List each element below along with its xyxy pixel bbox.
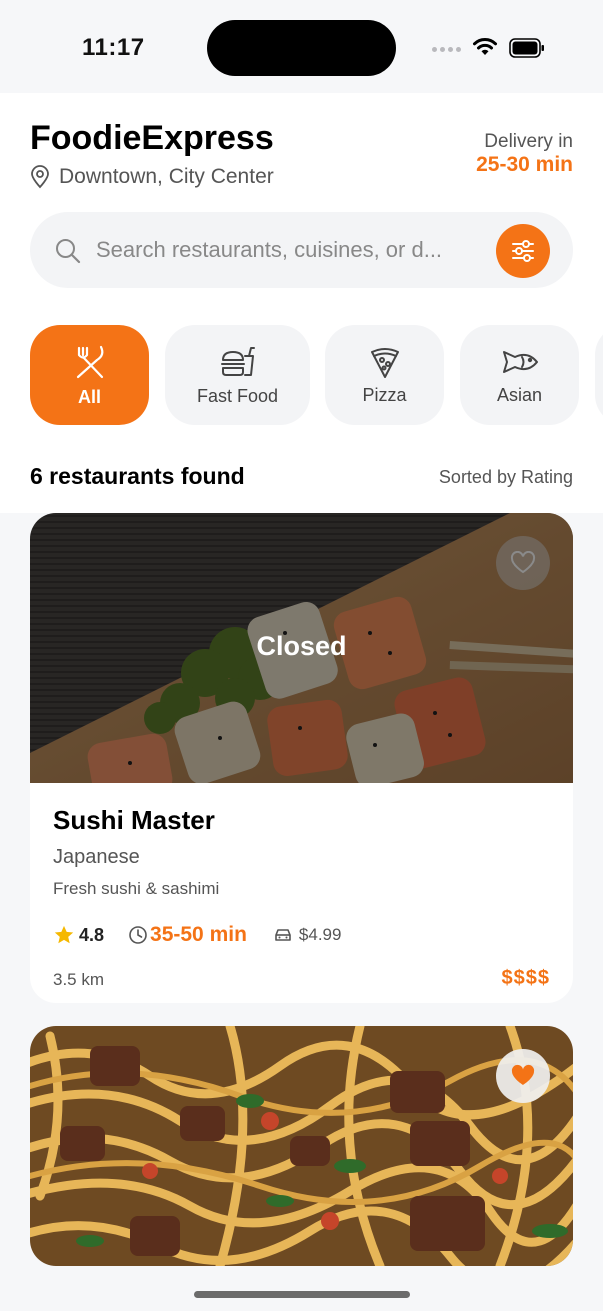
star-icon bbox=[54, 925, 74, 944]
restaurant-card[interactable] bbox=[30, 1026, 573, 1266]
category-more[interactable] bbox=[595, 325, 603, 425]
restaurant-name: Sushi Master bbox=[53, 805, 215, 835]
restaurant-meta: 4.8 35-50 min $4.99 bbox=[53, 923, 550, 947]
price-level: $$$$ bbox=[501, 967, 550, 989]
closed-label: Closed bbox=[256, 631, 347, 661]
fish-icon bbox=[502, 350, 538, 373]
restaurant-info: Sushi Master Japanese Fresh sushi & sash… bbox=[53, 805, 550, 989]
search-icon bbox=[56, 239, 81, 264]
delivery-fee-value: $4.99 bbox=[298, 925, 342, 944]
delivery-duration: 35-50 min bbox=[128, 923, 247, 947]
category-label: Fast Food bbox=[196, 385, 279, 406]
sort-label[interactable]: Sorted by Rating bbox=[439, 467, 573, 488]
results-count: 6 restaurants found bbox=[30, 463, 245, 489]
restaurant-image: Closed bbox=[30, 513, 573, 783]
car-icon bbox=[275, 929, 291, 941]
delivery-fee: $4.99 bbox=[273, 925, 342, 945]
category-pizza[interactable]: Pizza bbox=[325, 325, 444, 425]
category-asian[interactable]: Asian bbox=[460, 325, 579, 425]
app-title: FoodieExpress bbox=[30, 119, 274, 157]
battery-icon bbox=[509, 38, 544, 58]
burger-icon bbox=[220, 346, 255, 376]
category-label: Pizza bbox=[362, 384, 407, 405]
home-indicator[interactable] bbox=[194, 1291, 410, 1298]
delivery-label: Delivery in bbox=[484, 131, 573, 152]
location[interactable]: Downtown, City Center bbox=[30, 165, 274, 189]
delivery-duration-value: 35-50 min bbox=[150, 923, 247, 946]
category-list: All Fast Food Pizza Asian bbox=[30, 325, 603, 425]
wifi-icon bbox=[473, 38, 497, 55]
rating-value: 4.8 bbox=[79, 924, 105, 945]
heart-filled-icon bbox=[511, 1064, 535, 1085]
restaurant-description: Fresh sushi & sashimi bbox=[53, 879, 220, 898]
category-label: Asian bbox=[496, 384, 543, 405]
clock-icon bbox=[129, 926, 147, 944]
cellular-signal-icon bbox=[432, 47, 461, 52]
status-bar: 11:17 bbox=[0, 0, 603, 93]
favorite-button[interactable] bbox=[496, 536, 550, 590]
category-all[interactable]: All bbox=[30, 325, 149, 425]
header: FoodieExpress Downtown, City Center Deli… bbox=[0, 93, 603, 513]
delivery-time: 25-30 min bbox=[476, 153, 573, 176]
search-input[interactable] bbox=[96, 230, 496, 270]
category-label: All bbox=[77, 386, 101, 407]
pizza-icon bbox=[370, 347, 399, 378]
favorite-button[interactable] bbox=[496, 1049, 550, 1103]
restaurant-card[interactable]: Closed Sushi Master Japanese Fresh sushi… bbox=[30, 513, 573, 1003]
restaurant-cuisine: Japanese bbox=[53, 846, 140, 868]
location-label: Downtown, City Center bbox=[59, 165, 274, 188]
dynamic-island bbox=[207, 20, 396, 76]
distance: 3.5 km bbox=[53, 970, 105, 989]
search-bar bbox=[30, 212, 573, 288]
pasta-photo bbox=[30, 1026, 573, 1266]
location-pin-icon bbox=[31, 165, 49, 189]
rating: 4.8 bbox=[53, 924, 104, 946]
filter-button[interactable] bbox=[496, 224, 550, 278]
heart-outline-icon bbox=[510, 551, 536, 574]
filter-sliders-icon bbox=[512, 240, 534, 262]
utensils-icon bbox=[76, 345, 103, 378]
restaurant-image bbox=[30, 1026, 573, 1266]
category-fast-food[interactable]: Fast Food bbox=[165, 325, 310, 425]
status-time: 11:17 bbox=[82, 34, 145, 61]
